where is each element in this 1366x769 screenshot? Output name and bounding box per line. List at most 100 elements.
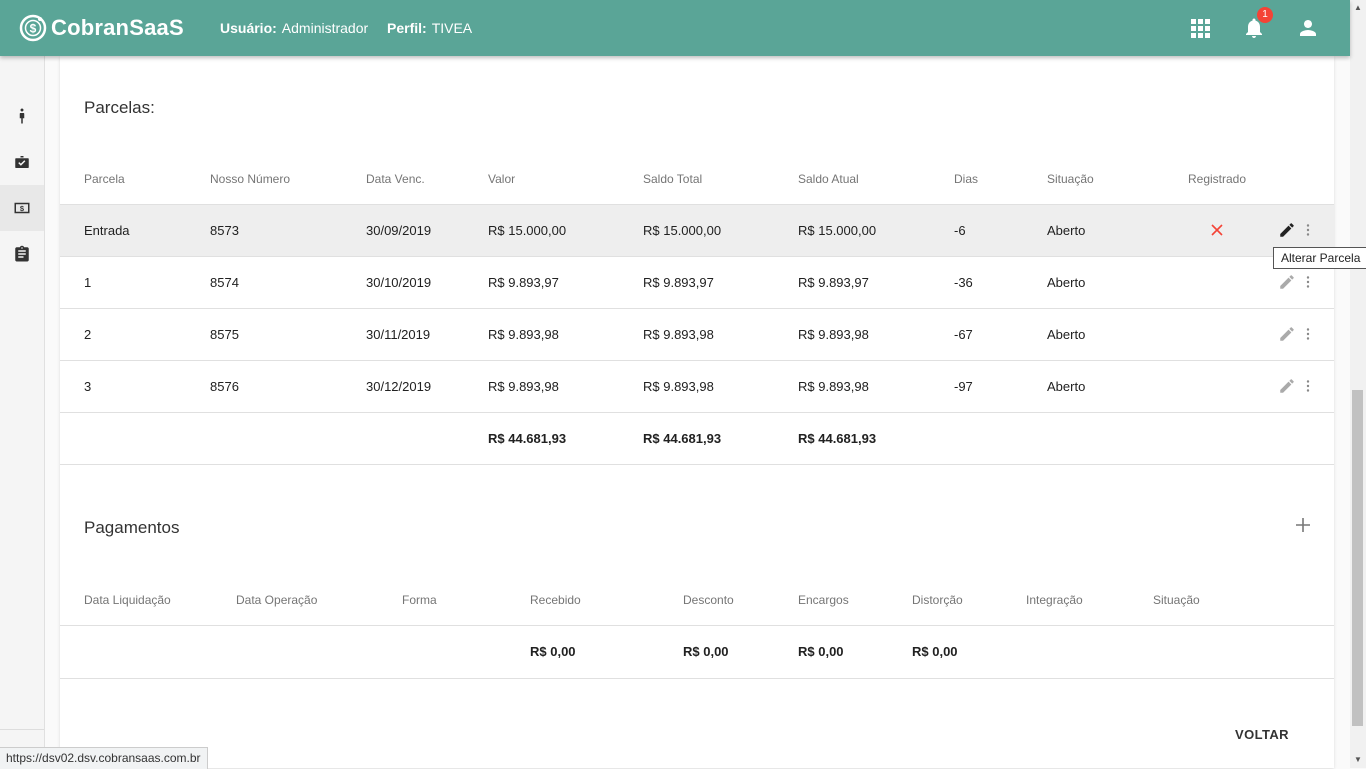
pagamentos-table: Data Liquidação Data Operação Forma Rece… [60,573,1334,679]
cell-dias: -67 [954,327,973,342]
total-saldo-total: R$ 44.681,93 [643,431,722,446]
cell-situacao: Aberto [1047,275,1086,290]
cell-valor: R$ 9.893,98 [488,327,559,342]
pencil-icon[interactable] [1278,325,1296,343]
total-desconto: R$ 0,00 [683,644,729,659]
cell-saldo-atual: R$ 9.893,97 [798,275,869,290]
total-saldo-atual: R$ 44.681,93 [798,431,877,446]
more-vert-icon[interactable] [1299,325,1317,343]
cell-valor: R$ 9.893,97 [488,275,559,290]
main-card: Parcelas: Parcela Nosso Número Data Venc… [60,56,1366,768]
profile-info: Perfil: TIVEA [387,20,472,36]
brand-logo[interactable]: $ CobranSaaS [19,12,184,44]
scroll-up-icon[interactable]: ▲ [1350,0,1366,16]
user-value: Administrador [281,20,369,36]
cell-parcela: Entrada [84,223,130,238]
table-row[interactable]: 2 8575 30/11/2019 R$ 9.893,98 R$ 9.893,9… [60,309,1334,361]
profile-value: TIVEA [431,20,473,36]
pencil-icon[interactable] [1278,377,1296,395]
col-nosso-numero: Nosso Número [210,172,291,186]
cell-data-venc: 30/11/2019 [366,327,431,342]
scrollbar-thumb[interactable] [1352,390,1363,726]
more-vert-icon[interactable] [1299,273,1317,291]
cell-situacao: Aberto [1047,223,1086,238]
add-payment-icon[interactable] [1294,516,1312,534]
col-data-liquidacao: Data Liquidação [84,593,171,607]
logo-coin-icon: $ [19,14,47,42]
briefcase-check-icon [15,156,29,168]
user-info: Usuário: Administrador [220,20,368,36]
pencil-icon[interactable] [1278,221,1296,239]
browser-status-url: https://dsv02.dsv.cobransaas.com.br [0,747,208,769]
cell-saldo-total: R$ 15.000,00 [643,223,722,238]
total-distorcao: R$ 0,00 [912,644,958,659]
cell-nosso-numero: 8575 [210,327,239,342]
sidebar-item-finance[interactable]: $ [0,185,44,231]
cell-dias: -36 [954,275,973,290]
total-valor: R$ 44.681,93 [488,431,567,446]
cell-situacao: Aberto [1047,327,1086,342]
cell-valor: R$ 9.893,98 [488,379,559,394]
pagamentos-header-row: Data Liquidação Data Operação Forma Rece… [60,573,1334,626]
sidebar-item-clipboard[interactable] [0,231,44,277]
profile-label: Perfil: [387,20,427,36]
col-desconto: Desconto [683,593,734,607]
col-saldo-atual: Saldo Atual [798,172,859,186]
money-icon: $ [14,202,30,214]
cell-parcela: 1 [84,275,92,290]
col-situacao: Situação [1047,172,1094,186]
total-recebido: R$ 0,00 [530,644,576,659]
pencil-icon[interactable] [1278,273,1296,291]
back-button[interactable]: VOLTAR [1228,720,1296,748]
col-encargos: Encargos [798,593,849,607]
col-situacao-pag: Situação [1153,593,1200,607]
col-dias: Dias [954,172,979,186]
close-icon [1211,224,1223,236]
brand-name: CobranSaaS [51,15,184,40]
notification-badge: 1 [1257,7,1273,23]
table-row[interactable]: 3 8576 30/12/2019 R$ 9.893,98 R$ 9.893,9… [60,361,1334,413]
table-row[interactable]: Entrada 8573 30/09/2019 R$ 15.000,00 R$ … [60,205,1334,257]
cell-saldo-atual: R$ 9.893,98 [798,379,869,394]
tooltip-alterar-parcela: Alterar Parcela [1273,247,1366,269]
cell-saldo-atual: R$ 9.893,98 [798,327,869,342]
pagamentos-totals-row: R$ 0,00 R$ 0,00 R$ 0,00 R$ 0,00 [60,626,1334,679]
parcelas-totals-row: R$ 44.681,93 R$ 44.681,93 R$ 44.681,93 [60,413,1334,465]
more-vert-icon[interactable] [1299,221,1317,239]
cell-data-venc: 30/09/2019 [366,223,432,238]
total-encargos: R$ 0,00 [798,644,844,659]
cell-saldo-total: R$ 9.893,98 [643,379,714,394]
cell-saldo-atual: R$ 15.000,00 [798,223,877,238]
sidebar-item-person[interactable] [0,93,44,139]
cell-valor: R$ 15.000,00 [488,223,567,238]
cell-data-venc: 30/10/2019 [366,275,432,290]
scroll-down-icon[interactable]: ▼ [1350,752,1366,768]
sidebar-divider [0,729,44,730]
more-vert-icon[interactable] [1299,377,1317,395]
table-row[interactable]: 1 8574 30/10/2019 R$ 9.893,97 R$ 9.893,9… [60,257,1334,309]
col-forma: Forma [402,593,437,607]
top-app-bar: $ CobranSaaS Usuário: Administrador Perfi… [0,0,1350,56]
cell-parcela: 3 [84,379,92,394]
col-saldo-total: Saldo Total [643,172,703,186]
cell-saldo-total: R$ 9.893,97 [643,275,714,290]
col-integracao: Integração [1026,593,1083,607]
col-registrado: Registrado [1188,172,1247,186]
apps-grid-icon[interactable] [1188,16,1212,40]
cell-situacao: Aberto [1047,379,1086,394]
parcelas-header-row: Parcela Nosso Número Data Venc. Valor Sa… [60,152,1334,205]
account-icon[interactable] [1296,16,1320,40]
col-data-venc: Data Venc. [366,172,425,186]
col-parcela: Parcela [84,172,125,186]
sidebar-item-tasks[interactable] [0,139,44,185]
person-icon [19,108,25,124]
cell-saldo-total: R$ 9.893,98 [643,327,714,342]
col-valor: Valor [488,172,516,186]
cell-data-venc: 30/12/2019 [366,379,432,394]
svg-text:$: $ [20,204,25,213]
parcelas-table: Parcela Nosso Número Data Venc. Valor Sa… [60,152,1334,465]
cell-nosso-numero: 8574 [210,275,239,290]
clipboard-icon [15,245,29,262]
pagamentos-title: Pagamentos [84,518,180,537]
cell-parcela: 2 [84,327,92,342]
